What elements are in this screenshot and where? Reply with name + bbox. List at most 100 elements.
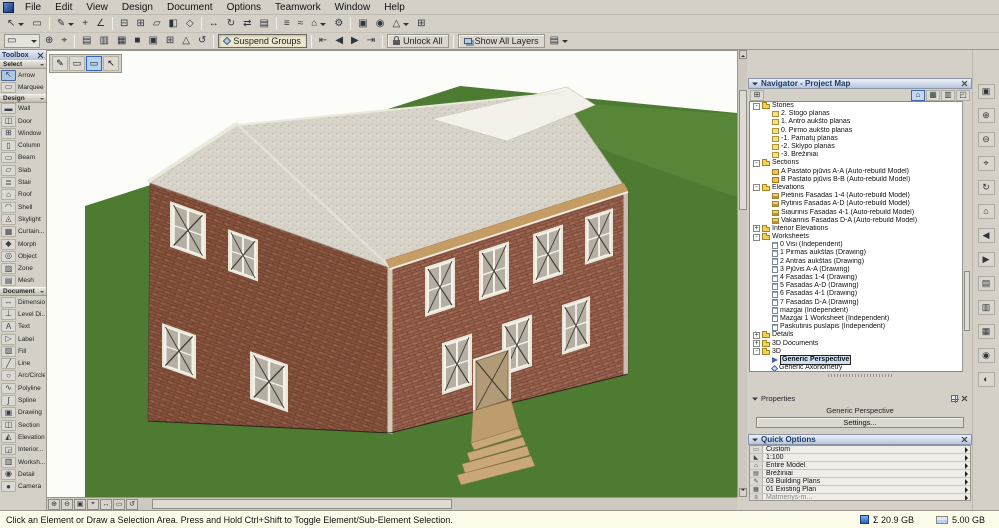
tree-item[interactable]: Pietinis Fasadas 1-4 (Auto-rebuild Model… xyxy=(750,192,970,200)
tree-item[interactable]: A Pastato pjūvis A-A (Auto-rebuild Model… xyxy=(750,168,970,176)
panel-layers-icon[interactable]: ▤ xyxy=(977,276,995,291)
toolbar-button[interactable] xyxy=(213,34,215,48)
half-square-icon[interactable]: ◧ xyxy=(166,17,181,31)
layout-icon[interactable]: ▤ xyxy=(79,34,94,48)
tree-item[interactable]: Vakarinis Fasadas D-A (Auto-rebuild Mode… xyxy=(750,217,970,225)
stretch-icon[interactable]: ↔ xyxy=(206,17,222,31)
toolbar-button[interactable] xyxy=(382,34,384,48)
tree-item[interactable]: 0. Pirmo aukšto planas xyxy=(750,127,970,135)
tool-beam[interactable]: ▭ Beam xyxy=(0,152,46,164)
unlock-all-button[interactable]: Unlock All xyxy=(387,34,449,48)
expander-icon[interactable]: - xyxy=(753,348,760,356)
zoom-box-icon[interactable]: ▭ xyxy=(113,498,125,510)
list-icon[interactable]: ≡ xyxy=(281,17,293,31)
tool-morph[interactable]: ◆ Morph xyxy=(0,238,46,250)
toolbar-button[interactable] xyxy=(275,17,277,30)
mirror-icon[interactable]: ⇄ xyxy=(240,17,254,31)
tool-section[interactable]: ◫ Section xyxy=(0,419,46,431)
cursor-icon[interactable]: ↖ xyxy=(103,56,119,71)
tree-item[interactable]: 5 Fasadas A-D (Drawing) xyxy=(750,282,970,290)
menu-item[interactable]: Options xyxy=(220,1,268,14)
zoom-out-icon[interactable]: ⊖ xyxy=(61,498,73,510)
tool-door[interactable]: ◫ Door xyxy=(0,115,46,127)
tree-item[interactable]: 1. Antro aukšto planas xyxy=(750,118,970,126)
grid-sheet-icon[interactable]: ▦ xyxy=(114,34,129,48)
horizontal-scroll-track[interactable] xyxy=(140,498,735,510)
qo-structure-display[interactable]: ⌂ Entire Model xyxy=(750,462,970,470)
solid-square-icon[interactable]: ■ xyxy=(131,34,143,48)
tool-line[interactable]: ╱ Line xyxy=(0,358,46,370)
tool-wall[interactable]: ▬ Wall xyxy=(0,103,46,115)
tool-detail[interactable]: ◉ Detail xyxy=(0,468,46,480)
align-icon[interactable]: ▤ xyxy=(256,17,271,31)
tree-scroll-thumb[interactable] xyxy=(964,271,970,331)
chevron-right-icon[interactable] xyxy=(962,447,970,453)
tree-sections[interactable]: - Sections xyxy=(750,159,970,167)
zoom-in-icon[interactable]: ⊕ xyxy=(48,498,60,510)
tool-text[interactable]: A Text xyxy=(0,321,46,333)
tree-item[interactable]: 2. Stogo planas xyxy=(750,110,970,118)
rotate-icon[interactable]: ↻ xyxy=(224,17,238,31)
layers-menu-icon[interactable]: ▤ xyxy=(547,34,571,48)
menu-item[interactable]: Teamwork xyxy=(268,1,328,14)
frame-icon[interactable]: ▣ xyxy=(145,34,160,48)
diamond-icon[interactable]: ◇ xyxy=(183,17,197,31)
vertical-scroll-thumb[interactable] xyxy=(739,90,747,210)
plus-box-icon[interactable]: ⊞ xyxy=(163,34,177,48)
view-map-icon[interactable]: ▦ xyxy=(926,89,940,101)
tool-dimension[interactable]: ↔ Dimension xyxy=(0,296,46,308)
tree-details[interactable]: + Details xyxy=(750,331,970,339)
qo-layer-combination[interactable]: ▤ Brėžiniai xyxy=(750,470,970,478)
add-box-icon[interactable]: ⊞ xyxy=(133,17,147,31)
tool-level-dimension[interactable]: ⊥ Level Di... xyxy=(0,308,46,320)
toolbox-group-document[interactable]: Document xyxy=(0,287,46,297)
tree-item[interactable]: 1 Pirmas aukštas (Drawing) xyxy=(750,249,970,257)
tool-stair[interactable]: ≣ Stair xyxy=(0,176,46,189)
expander-icon[interactable]: - xyxy=(753,233,760,241)
tree-item[interactable]: mazgai (Independent) xyxy=(750,307,970,315)
expander-icon[interactable]: + xyxy=(753,225,760,233)
chevron-right-icon[interactable] xyxy=(962,455,970,461)
scroll-down-icon[interactable] xyxy=(739,488,747,497)
tool-interior-elevation[interactable]: ◲ Interior... xyxy=(0,444,46,456)
tool-marquee[interactable]: ▭ Marquee xyxy=(0,81,46,93)
panel-library-icon[interactable]: ▦ xyxy=(977,324,995,339)
arrow-icon[interactable]: ↖ xyxy=(4,17,27,31)
tree-stories[interactable]: - Stories xyxy=(750,102,970,110)
fit-in-window-icon[interactable]: ▣ xyxy=(74,498,86,510)
tool-camera[interactable]: ● Camera xyxy=(0,481,46,493)
chevron-right-icon[interactable] xyxy=(962,495,970,501)
back-icon[interactable]: ◀ xyxy=(332,34,346,48)
tree-item[interactable]: -2. Sklypo planas xyxy=(750,143,970,151)
toolbar-button[interactable] xyxy=(452,34,454,48)
fit-frame-icon[interactable]: ▣ xyxy=(355,17,370,31)
tree-item[interactable]: -3. Brėžiniai xyxy=(750,151,970,159)
slab-icon[interactable]: ▱ xyxy=(150,17,164,31)
tool-polyline[interactable]: ∿ Polyline xyxy=(0,382,46,394)
toolbar-button[interactable] xyxy=(350,17,352,30)
toolbox-group-design[interactable]: Design xyxy=(0,93,46,103)
app-icon[interactable] xyxy=(3,1,14,13)
menu-item[interactable]: Window xyxy=(328,1,378,14)
home-icon[interactable]: ⌂ xyxy=(308,17,329,31)
tree-item[interactable]: 0 Visi (Independent) xyxy=(750,241,970,249)
toolbar-button[interactable] xyxy=(48,17,50,30)
tree-item[interactable]: B Pastato pjūvis B-B (Auto-rebuild Model… xyxy=(750,176,970,184)
expander-icon[interactable]: - xyxy=(753,159,760,167)
chevron-right-icon[interactable] xyxy=(962,479,970,485)
expander-icon[interactable]: - xyxy=(753,102,760,110)
show-all-layers-button[interactable]: Show All Layers xyxy=(457,34,545,48)
tree-item[interactable]: 3 Pjūvis A-A (Drawing) xyxy=(750,266,970,274)
tree-generic-perspective[interactable]: Generic Perspective xyxy=(750,354,970,365)
tool-slab[interactable]: ▱ Slab xyxy=(0,164,46,176)
previous-zoom-icon[interactable]: ↺ xyxy=(126,498,138,510)
tool-elevation[interactable]: ◭ Elevation xyxy=(0,431,46,443)
tree-item[interactable]: 6 Fasadas 4-1 (Drawing) xyxy=(750,290,970,298)
pan-icon[interactable]: ⌖ xyxy=(977,156,995,171)
qo-dimension-style[interactable]: ≡ Matmenys-m... xyxy=(750,494,970,501)
zoom-in-icon[interactable]: ⊕ xyxy=(977,108,995,123)
project-map-icon[interactable]: ⌂ xyxy=(911,89,925,101)
resize-gripper[interactable] xyxy=(828,374,892,377)
close-icon[interactable] xyxy=(37,52,44,59)
undo-icon[interactable]: ↺ xyxy=(195,34,209,48)
